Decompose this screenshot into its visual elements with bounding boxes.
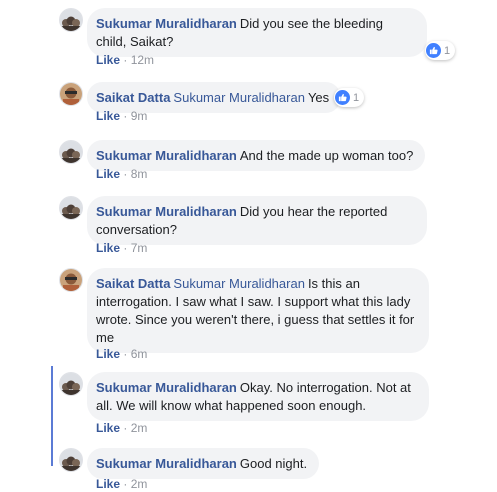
separator: · xyxy=(123,347,128,361)
comment-meta: Like · 6m xyxy=(96,346,147,362)
like-link[interactable]: Like xyxy=(96,53,120,67)
avatar[interactable] xyxy=(59,268,83,292)
timestamp[interactable]: 2m xyxy=(131,477,148,491)
avatar[interactable] xyxy=(59,8,83,32)
comment-bubble: Sukumar Muralidharan Did you see the blee… xyxy=(87,8,427,57)
timestamp[interactable]: 9m xyxy=(131,109,148,123)
comment-author[interactable]: Sukumar Muralidharan xyxy=(96,16,237,31)
comment-meta: Like · 2m xyxy=(96,420,147,436)
avatar[interactable] xyxy=(59,82,83,106)
comment-author[interactable]: Sukumar Muralidharan xyxy=(96,456,237,471)
comment-author[interactable]: Sukumar Muralidharan xyxy=(96,204,237,219)
mention-link[interactable]: Sukumar Muralidharan xyxy=(173,90,305,105)
comment-meta: Like · 8m xyxy=(96,166,147,182)
thumbs-up-icon xyxy=(335,90,350,105)
separator: · xyxy=(123,109,128,123)
like-link[interactable]: Like xyxy=(96,347,120,361)
comment-text: Good night. xyxy=(239,456,308,471)
timestamp[interactable]: 2m xyxy=(131,421,148,435)
avatar[interactable] xyxy=(59,196,83,220)
separator: · xyxy=(123,241,128,255)
comment-meta: Like · 12m xyxy=(96,52,154,68)
comment-bubble: Sukumar Muralidharan Did you hear the rep… xyxy=(87,196,427,245)
avatar[interactable] xyxy=(59,372,83,396)
separator: · xyxy=(123,53,128,67)
like-link[interactable]: Like xyxy=(96,421,120,435)
reaction-count[interactable]: 1 xyxy=(334,88,365,107)
like-link[interactable]: Like xyxy=(96,167,120,181)
like-link[interactable]: Like xyxy=(96,241,120,255)
separator: · xyxy=(123,477,128,491)
reaction-count[interactable]: 1 xyxy=(425,41,456,60)
like-link[interactable]: Like xyxy=(96,109,120,123)
reply-thread-line xyxy=(51,366,53,466)
comment-text: And the made up woman too? xyxy=(239,148,414,163)
timestamp[interactable]: 7m xyxy=(131,241,148,255)
comment-text: Yes xyxy=(307,90,330,105)
comment-meta: Like · 9m xyxy=(96,108,147,124)
comment-author[interactable]: Saikat Datta xyxy=(96,276,170,291)
avatar[interactable] xyxy=(59,140,83,164)
comment-bubble: Sukumar Muralidharan Good night. xyxy=(87,448,320,479)
reaction-number: 1 xyxy=(444,44,451,57)
separator: · xyxy=(123,421,128,435)
reaction-number: 1 xyxy=(353,91,360,104)
avatar[interactable] xyxy=(59,448,83,472)
like-link[interactable]: Like xyxy=(96,477,120,491)
timestamp[interactable]: 6m xyxy=(131,347,148,361)
comment-author[interactable]: Sukumar Muralidharan xyxy=(96,380,237,395)
comment-bubble: Saikat Datta Sukumar Muralidharan Is this … xyxy=(87,268,429,353)
thumbs-up-icon xyxy=(426,43,441,58)
timestamp[interactable]: 12m xyxy=(131,53,154,67)
comment-bubble: Sukumar Muralidharan Okay. No interrogati… xyxy=(87,372,429,421)
timestamp[interactable]: 8m xyxy=(131,167,148,181)
comment-author[interactable]: Saikat Datta xyxy=(96,90,170,105)
comment-author[interactable]: Sukumar Muralidharan xyxy=(96,148,237,163)
comment-meta: Like · 7m xyxy=(96,240,147,256)
separator: · xyxy=(123,167,128,181)
mention-link[interactable]: Sukumar Muralidharan xyxy=(173,276,305,291)
